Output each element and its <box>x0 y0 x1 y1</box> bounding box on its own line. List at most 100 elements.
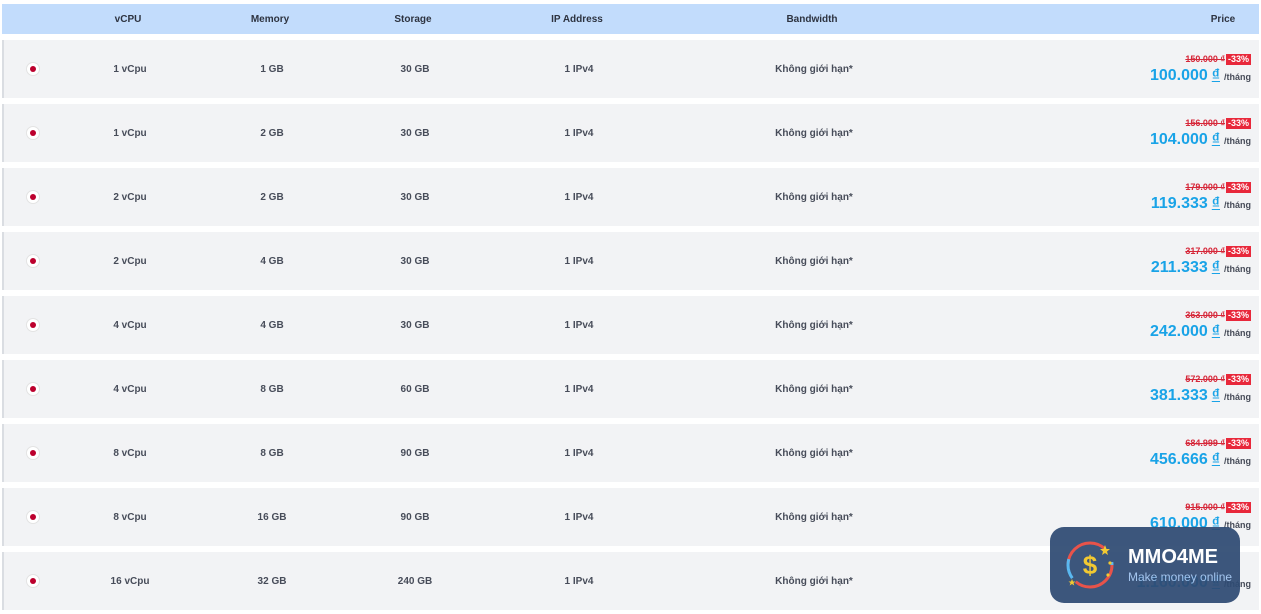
storage-cell: 30 GB <box>400 255 430 267</box>
memory-cell: 16 GB <box>257 511 287 523</box>
bandwidth-cell: Không giới hạn* <box>775 63 853 75</box>
currency-symbol: ₫ <box>1211 451 1220 468</box>
table-row[interactable]: 1 vCpu 2 GB 30 GB 1 IPv4 Không giới hạn*… <box>2 104 1259 162</box>
old-price-line: 363.000 ₫ -33% <box>1150 310 1251 321</box>
vcpu-cell: 4 vCpu <box>113 383 147 395</box>
bandwidth-cell: Không giới hạn* <box>775 511 853 523</box>
currency-symbol: ₫ <box>1211 323 1220 340</box>
storage-cell: 90 GB <box>400 511 430 523</box>
storage-cell: 60 GB <box>400 383 430 395</box>
price-box: 317.000 ₫ -33% 211.333 ₫ /tháng <box>1151 246 1251 276</box>
vcpu-cell: 2 vCpu <box>113 255 147 267</box>
old-price-line: 684.999 ₫ -33% <box>1150 438 1251 449</box>
current-price: 100.000 <box>1149 67 1208 84</box>
currency-symbol: ₫ <box>1211 131 1220 148</box>
old-price: 317.000 ₫ <box>1185 246 1225 256</box>
vcpu-cell: 1 vCpu <box>113 127 147 139</box>
price-box: 684.999 ₫ -33% 456.666 ₫ /tháng <box>1150 438 1251 468</box>
price-box: 179.000 ₫ -33% 119.333 ₫ /tháng <box>1151 182 1251 212</box>
memory-cell: 8 GB <box>260 447 284 459</box>
current-price: 242.000 <box>1149 323 1208 340</box>
old-price-line: 915.000 ₫ -33% <box>1150 502 1251 513</box>
flag-cell <box>22 104 44 162</box>
current-price: 456.666 <box>1149 451 1208 468</box>
new-price-line: 104.000 ₫ /tháng <box>1150 132 1251 148</box>
old-price-line: 179.000 ₫ -33% <box>1151 182 1251 193</box>
ip-cell: 1 IPv4 <box>564 63 594 75</box>
discount-badge: -33% <box>1225 374 1251 385</box>
table-body: 1 vCpu 1 GB 30 GB 1 IPv4 Không giới hạn*… <box>2 40 1259 610</box>
currency-symbol: ₫ <box>1211 387 1220 404</box>
price-period: /tháng <box>1224 72 1251 82</box>
watermark-text: MMO4ME Make money online <box>1128 547 1232 584</box>
table-row[interactable]: 2 vCpu 4 GB 30 GB 1 IPv4 Không giới hạn*… <box>2 232 1259 290</box>
japan-flag-icon <box>26 62 40 76</box>
pricing-table: vCPU Memory Storage IP Address Bandwidth… <box>2 4 1259 610</box>
table-row[interactable]: 1 vCpu 1 GB 30 GB 1 IPv4 Không giới hạn*… <box>2 40 1259 98</box>
new-price-line: 211.333 ₫ /tháng <box>1151 260 1251 276</box>
price-period: /tháng <box>1224 328 1251 338</box>
bandwidth-cell: Không giới hạn* <box>775 447 853 459</box>
price-period: /tháng <box>1224 200 1251 210</box>
price-cell: 684.999 ₫ -33% 456.666 ₫ /tháng <box>1051 424 1251 482</box>
table-row[interactable]: 2 vCpu 2 GB 30 GB 1 IPv4 Không giới hạn*… <box>2 168 1259 226</box>
storage-cell: 90 GB <box>400 447 430 459</box>
storage-cell: 30 GB <box>400 319 430 331</box>
ip-cell: 1 IPv4 <box>564 575 594 587</box>
price-box: 572.000 ₫ -33% 381.333 ₫ /tháng <box>1150 374 1251 404</box>
new-price-line: 100.000 ₫ /tháng <box>1150 68 1251 84</box>
japan-flag-icon <box>26 446 40 460</box>
table-row[interactable]: 4 vCpu 4 GB 30 GB 1 IPv4 Không giới hạn*… <box>2 296 1259 354</box>
flag-cell <box>22 296 44 354</box>
discount-badge: -33% <box>1225 310 1251 321</box>
flag-cell <box>22 168 44 226</box>
vcpu-cell: 1 vCpu <box>113 63 147 75</box>
old-price: 156.000 ₫ <box>1185 118 1225 128</box>
header-bandwidth: Bandwidth <box>786 13 838 25</box>
ip-cell: 1 IPv4 <box>564 447 594 459</box>
memory-cell: 2 GB <box>260 127 284 139</box>
vcpu-cell: 4 vCpu <box>113 319 147 331</box>
discount-badge: -33% <box>1225 438 1251 449</box>
table-row[interactable]: 4 vCpu 8 GB 60 GB 1 IPv4 Không giới hạn*… <box>2 360 1259 418</box>
header-price: Price <box>1210 13 1236 25</box>
japan-flag-icon <box>26 126 40 140</box>
vcpu-cell: 8 vCpu <box>113 511 147 523</box>
memory-cell: 4 GB <box>260 255 284 267</box>
price-cell: 156.000 ₫ -33% 104.000 ₫ /tháng <box>1051 104 1251 162</box>
price-cell: 363.000 ₫ -33% 242.000 ₫ /tháng <box>1051 296 1251 354</box>
discount-badge: -33% <box>1225 54 1251 65</box>
price-box: 156.000 ₫ -33% 104.000 ₫ /tháng <box>1150 118 1251 148</box>
price-cell: 179.000 ₫ -33% 119.333 ₫ /tháng <box>1051 168 1251 226</box>
bandwidth-cell: Không giới hạn* <box>775 191 853 203</box>
ip-cell: 1 IPv4 <box>564 255 594 267</box>
old-price-line: 150.000 ₫ -33% <box>1150 54 1251 65</box>
old-price: 915.000 ₫ <box>1185 502 1225 512</box>
memory-cell: 2 GB <box>260 191 284 203</box>
current-price: 119.333 <box>1150 195 1208 212</box>
flag-cell <box>22 232 44 290</box>
dollar-coin-icon: $ <box>1060 535 1120 595</box>
bandwidth-cell: Không giới hạn* <box>775 383 853 395</box>
bandwidth-cell: Không giới hạn* <box>775 127 853 139</box>
vcpu-cell: 2 vCpu <box>113 191 147 203</box>
currency-symbol: ₫ <box>1211 67 1220 84</box>
price-cell: 150.000 ₫ -33% 100.000 ₫ /tháng <box>1051 40 1251 98</box>
storage-cell: 30 GB <box>400 191 430 203</box>
svg-text:$: $ <box>1083 550 1098 580</box>
new-price-line: 381.333 ₫ /tháng <box>1150 388 1251 404</box>
table-header: vCPU Memory Storage IP Address Bandwidth… <box>2 4 1259 34</box>
flag-cell <box>22 552 44 610</box>
ip-cell: 1 IPv4 <box>564 511 594 523</box>
mmo4me-watermark: $ MMO4ME Make money online <box>1050 527 1240 603</box>
table-row[interactable]: 8 vCpu 8 GB 90 GB 1 IPv4 Không giới hạn*… <box>2 424 1259 482</box>
storage-cell: 30 GB <box>400 63 430 75</box>
memory-cell: 32 GB <box>257 575 287 587</box>
header-memory: Memory <box>250 13 290 25</box>
header-ip-address: IP Address <box>551 13 603 25</box>
price-box: 363.000 ₫ -33% 242.000 ₫ /tháng <box>1150 310 1251 340</box>
current-price: 104.000 <box>1149 131 1208 148</box>
japan-flag-icon <box>26 574 40 588</box>
new-price-line: 119.333 ₫ /tháng <box>1151 196 1251 212</box>
watermark-tagline: Make money online <box>1128 569 1233 584</box>
